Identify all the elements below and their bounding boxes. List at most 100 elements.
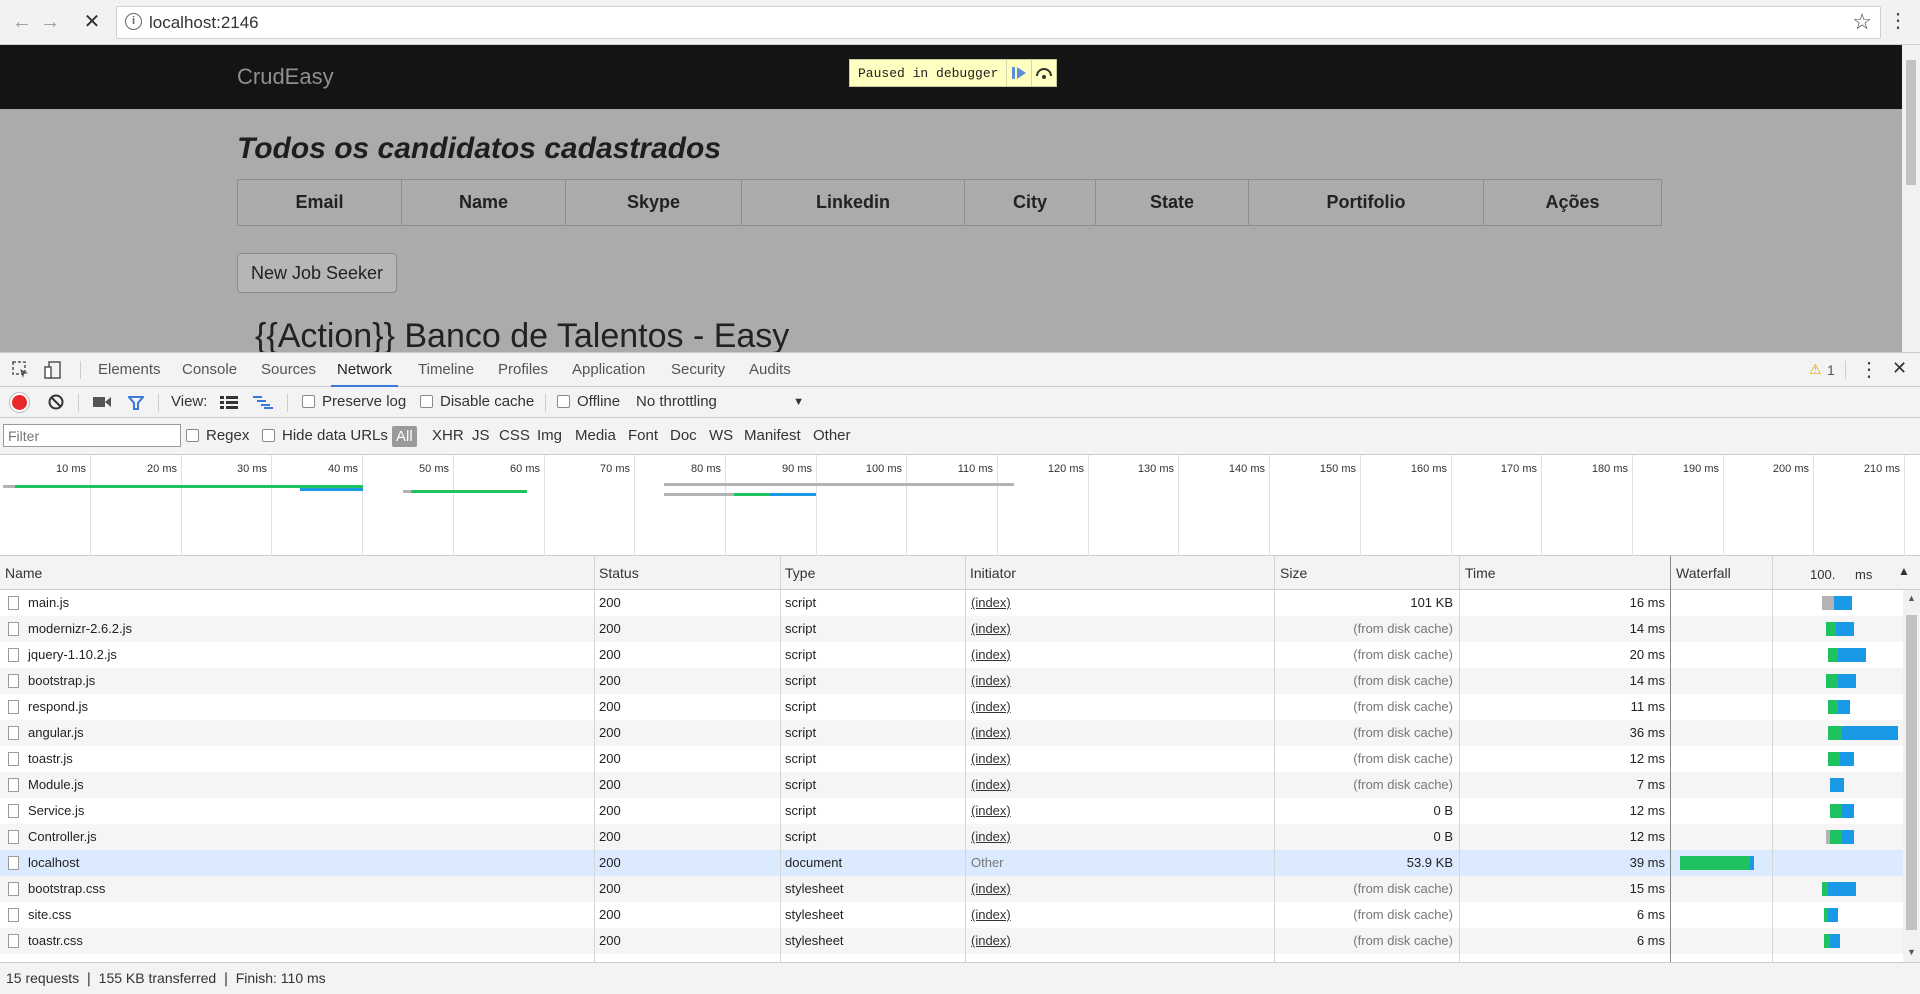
- regex-box[interactable]: [186, 429, 199, 442]
- request-name[interactable]: bootstrap.css: [0, 876, 105, 902]
- kebab-menu-icon[interactable]: ⋮: [1888, 8, 1908, 33]
- info-icon[interactable]: i: [125, 13, 142, 30]
- request-row[interactable]: bootstrap.css 200 stylesheet (index) (from d…: [0, 876, 1903, 902]
- request-name[interactable]: toastr.css: [0, 928, 83, 954]
- header-time[interactable]: Time: [1460, 556, 1496, 590]
- disable-cache-checkbox[interactable]: Disable cache: [420, 387, 534, 417]
- request-row[interactable]: modernizr-2.6.2.js 200 script (index) (from …: [0, 616, 1903, 642]
- request-name[interactable]: main.js: [0, 590, 69, 616]
- request-name[interactable]: site.css: [0, 902, 71, 928]
- warning-icon[interactable]: ⚠: [1809, 361, 1822, 378]
- filter-type-img[interactable]: Img: [537, 418, 562, 454]
- request-name[interactable]: Service.js: [0, 798, 84, 824]
- dropdown-arrow-icon[interactable]: ▼: [793, 387, 804, 417]
- preserve-log-checkbox[interactable]: Preserve log: [302, 387, 406, 417]
- disable-cache-box[interactable]: [420, 395, 433, 408]
- device-toolbar-icon[interactable]: [44, 361, 62, 382]
- hide-data-urls-checkbox[interactable]: Hide data URLs: [262, 421, 388, 451]
- request-initiator[interactable]: (index): [971, 616, 1011, 642]
- stop-button[interactable]: ✕: [78, 8, 106, 36]
- request-initiator[interactable]: (index): [971, 746, 1011, 772]
- tab-application[interactable]: Application: [566, 353, 651, 387]
- filter-icon[interactable]: [126, 395, 146, 414]
- request-row[interactable]: site.css 200 stylesheet (index) (from disk c…: [0, 902, 1903, 928]
- request-row[interactable]: respond.js 200 script (index) (from disk cac…: [0, 694, 1903, 720]
- column-divider[interactable]: [965, 556, 966, 962]
- request-name[interactable]: toastr.js: [0, 746, 73, 772]
- tab-console[interactable]: Console: [176, 353, 243, 387]
- request-name[interactable]: Controller.js: [0, 824, 97, 850]
- request-row[interactable]: jquery-1.10.2.js 200 script (index) (from di…: [0, 642, 1903, 668]
- column-divider[interactable]: [780, 556, 781, 962]
- tab-profiles[interactable]: Profiles: [492, 353, 554, 387]
- request-initiator[interactable]: (index): [971, 590, 1011, 616]
- request-row[interactable]: localhost 200 document Other 53.9 KB 39 ms: [0, 850, 1903, 876]
- filter-type-js[interactable]: JS: [472, 418, 490, 454]
- step-over-icon[interactable]: [1031, 60, 1056, 86]
- request-row[interactable]: Controller.js 200 script (index) 0 B 12 ms: [0, 824, 1903, 850]
- request-row[interactable]: main.js 200 script (index) 101 KB 16 ms: [0, 590, 1903, 616]
- request-row[interactable]: bootstrap.js 200 script (index) (from disk c…: [0, 668, 1903, 694]
- request-initiator[interactable]: (index): [971, 772, 1011, 798]
- clear-icon[interactable]: [48, 394, 64, 413]
- close-devtools-icon[interactable]: ✕: [1892, 358, 1907, 379]
- filter-type-other[interactable]: Other: [813, 418, 851, 454]
- request-name[interactable]: Module.js: [0, 772, 84, 798]
- network-overview-timeline[interactable]: 10 ms 20 ms 30 ms 40 ms 50 ms 60 ms 70 ms 80 ms…: [0, 455, 1920, 556]
- filter-type-media[interactable]: Media: [575, 418, 616, 454]
- waterfall-divider[interactable]: [1670, 556, 1671, 962]
- offline-checkbox[interactable]: Offline: [557, 387, 620, 417]
- request-initiator[interactable]: (index): [971, 642, 1011, 668]
- request-initiator[interactable]: (index): [971, 694, 1011, 720]
- record-icon[interactable]: [12, 395, 27, 410]
- filter-type-ws[interactable]: WS: [709, 418, 733, 454]
- warning-count[interactable]: 1: [1827, 362, 1835, 378]
- request-name[interactable]: localhost: [0, 850, 79, 876]
- preserve-log-box[interactable]: [302, 395, 315, 408]
- new-job-seeker-button[interactable]: New Job Seeker: [237, 253, 397, 293]
- filter-type-xhr[interactable]: XHR: [432, 418, 464, 454]
- hide-data-urls-box[interactable]: [262, 429, 275, 442]
- header-waterfall[interactable]: Waterfall: [1671, 556, 1731, 590]
- sort-ascending-icon[interactable]: ▲: [1898, 564, 1910, 578]
- header-name[interactable]: Name: [0, 556, 42, 590]
- scroll-up-arrow-icon[interactable]: ▲: [1907, 593, 1916, 603]
- column-divider[interactable]: [1274, 556, 1275, 962]
- forward-button[interactable]: →: [36, 8, 64, 36]
- request-initiator[interactable]: (index): [971, 902, 1011, 928]
- resume-icon[interactable]: [1006, 60, 1031, 86]
- request-name[interactable]: respond.js: [0, 694, 88, 720]
- header-initiator[interactable]: Initiator: [965, 556, 1016, 590]
- request-name[interactable]: modernizr-2.6.2.js: [0, 616, 132, 642]
- request-name[interactable]: angular.js: [0, 720, 84, 746]
- request-row[interactable]: Service.js 200 script (index) 0 B 12 ms: [0, 798, 1903, 824]
- page-scrollbar-thumb[interactable]: [1906, 60, 1916, 185]
- address-bar[interactable]: i localhost:2146 ☆: [116, 6, 1881, 39]
- request-row[interactable]: toastr.js 200 script (index) (from disk cach…: [0, 746, 1903, 772]
- devtools-menu-icon[interactable]: ⋮: [1859, 357, 1879, 382]
- inspect-element-icon[interactable]: [12, 361, 30, 382]
- header-size[interactable]: Size: [1275, 556, 1307, 590]
- column-divider[interactable]: [594, 556, 595, 962]
- offline-box[interactable]: [557, 395, 570, 408]
- large-rows-icon[interactable]: [220, 396, 238, 412]
- page-scrollbar[interactable]: [1902, 45, 1920, 352]
- header-status[interactable]: Status: [594, 556, 639, 590]
- request-initiator[interactable]: (index): [971, 824, 1011, 850]
- request-row[interactable]: angular.js 200 script (index) (from disk cac…: [0, 720, 1903, 746]
- request-row[interactable]: Module.js 200 script (index) (from disk cach…: [0, 772, 1903, 798]
- overview-waterfall-icon[interactable]: [253, 396, 273, 412]
- filter-type-font[interactable]: Font: [628, 418, 658, 454]
- camera-icon[interactable]: [93, 396, 111, 411]
- tab-elements[interactable]: Elements: [92, 353, 167, 387]
- request-initiator[interactable]: (index): [971, 798, 1011, 824]
- request-initiator[interactable]: (index): [971, 720, 1011, 746]
- star-icon[interactable]: ☆: [1852, 9, 1872, 35]
- request-row[interactable]: toastr.css 200 stylesheet (index) (from disk…: [0, 928, 1903, 954]
- header-type[interactable]: Type: [780, 556, 815, 590]
- filter-type-doc[interactable]: Doc: [670, 418, 697, 454]
- tab-network[interactable]: Network: [331, 353, 399, 387]
- requests-scrollbar-thumb[interactable]: [1906, 615, 1917, 930]
- tab-security[interactable]: Security: [665, 353, 731, 387]
- column-divider[interactable]: [1459, 556, 1460, 962]
